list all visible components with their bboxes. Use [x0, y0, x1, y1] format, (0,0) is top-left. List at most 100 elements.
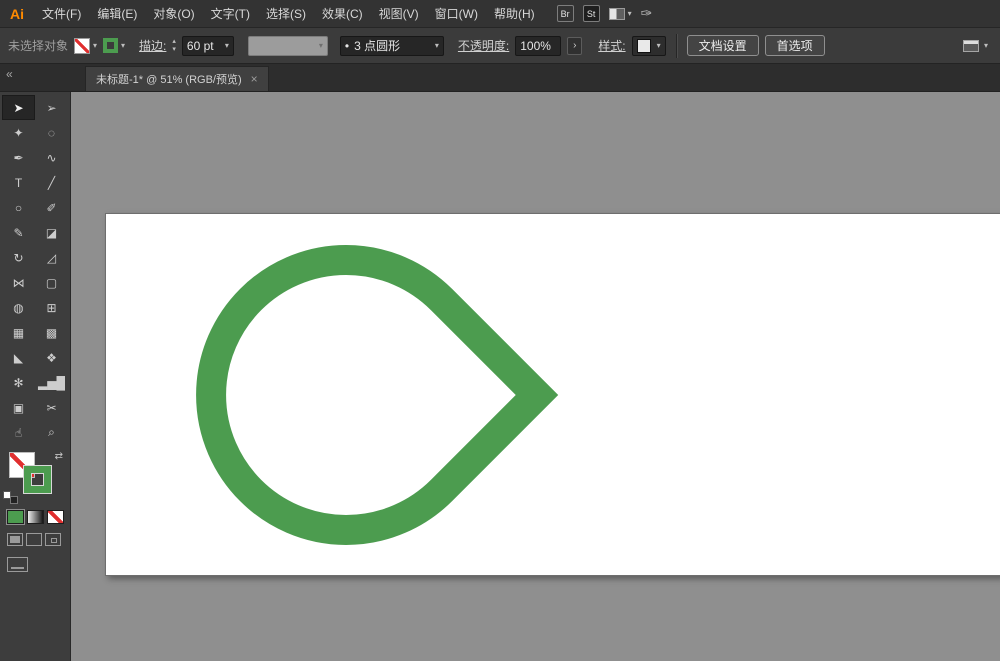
brush-preview-dot-icon: • [345, 39, 349, 53]
magic-wand-tool[interactable]: ✦ [2, 120, 35, 145]
teardrop-path[interactable] [211, 260, 537, 530]
default-stroke-chip [10, 496, 18, 504]
menu-window[interactable]: 窗口(W) [427, 0, 486, 28]
menu-type[interactable]: 文字(T) [203, 0, 258, 28]
draw-inside-icon [51, 538, 57, 543]
document-tab[interactable]: 未标题-1* @ 51% (RGB/预览) × [85, 66, 269, 91]
artboard[interactable] [105, 213, 1000, 576]
menu-effect[interactable]: 效果(C) [314, 0, 371, 28]
type-tool[interactable]: T [2, 170, 35, 195]
paintbrush-tool[interactable]: ✐ [35, 195, 68, 220]
tool-grid: ➤➢✦◌✒∿T╱○✐✎◪↻◿⋈▢◍⊞▦▩◣❖✻▂▅█▣✂☝⌕ [0, 92, 70, 445]
stroke-weight-stepper[interactable]: ▴ ▾ [172, 38, 176, 53]
pen-tool[interactable]: ✒ [2, 145, 35, 170]
menu-object[interactable]: 对象(O) [145, 0, 202, 28]
teardrop-shape[interactable] [106, 214, 1000, 577]
brush-name: 3 点圆形 [354, 37, 400, 54]
menu-items: 文件(F)编辑(E)对象(O)文字(T)选择(S)效果(C)视图(V)窗口(W)… [34, 0, 543, 28]
chevron-down-icon: ▾ [121, 42, 125, 50]
opacity-input[interactable]: 100% [515, 36, 561, 56]
stroke-color-control[interactable]: ▾ [103, 38, 125, 53]
stepper-up-icon[interactable]: ▴ [172, 38, 176, 45]
menu-file[interactable]: 文件(F) [34, 0, 89, 28]
arrange-documents-icon [609, 8, 625, 20]
control-panel-menu[interactable]: ▾ [963, 40, 992, 52]
chevron-down-icon: ▾ [984, 42, 988, 50]
shape-builder-tool[interactable]: ◍ [2, 295, 35, 320]
touch-workspace-icon[interactable]: ✑ [641, 5, 653, 22]
screen-mode-button[interactable] [7, 557, 28, 572]
fill-stroke-proxy: ⇄ [0, 451, 70, 505]
gradient-tool[interactable]: ▩ [35, 320, 68, 345]
chevron-down-icon: ▾ [319, 42, 323, 50]
draw-behind-mode-button[interactable] [26, 533, 42, 546]
collapse-tools-button[interactable]: « [6, 67, 11, 81]
slice-tool[interactable]: ✂ [35, 395, 68, 420]
close-icon[interactable]: × [251, 72, 258, 86]
document-tab-strip: « 未标题-1* @ 51% (RGB/预览) × [0, 64, 1000, 92]
menu-select[interactable]: 选择(S) [258, 0, 314, 28]
color-type-buttons [0, 510, 70, 524]
style-panel-link[interactable]: 样式: [598, 37, 625, 54]
stroke-proxy-swatch[interactable] [24, 466, 51, 493]
arrange-documents-control[interactable]: ▾ [609, 8, 632, 20]
color-button[interactable] [7, 510, 24, 524]
fill-color-control[interactable]: ▾ [74, 38, 97, 54]
stock-icon[interactable]: St [583, 5, 600, 22]
none-button[interactable] [47, 510, 64, 524]
scale-tool[interactable]: ◿ [35, 245, 68, 270]
opacity-more-button[interactable]: › [567, 37, 582, 55]
app-logo: Ai [0, 6, 34, 22]
lasso-tool[interactable]: ◌ [35, 120, 68, 145]
stroke-weight-value: 60 pt [187, 39, 214, 53]
document-setup-button[interactable]: 文档设置 [687, 35, 759, 56]
default-fill-stroke-icon[interactable] [3, 491, 18, 504]
chevron-down-icon: ▾ [628, 10, 632, 18]
hand-tool[interactable]: ☝ [2, 420, 35, 445]
canvas-pasteboard[interactable] [71, 92, 1000, 661]
free-transform-tool[interactable]: ▢ [35, 270, 68, 295]
eyedropper-tool[interactable]: ◣ [2, 345, 35, 370]
symbol-sprayer-tool[interactable]: ✻ [2, 370, 35, 395]
direct-selection-tool[interactable]: ➢ [35, 95, 68, 120]
style-swatch-icon [637, 39, 651, 53]
draw-normal-mode-button[interactable] [7, 533, 23, 546]
mesh-tool[interactable]: ▦ [2, 320, 35, 345]
document-tab-title: 未标题-1* @ 51% (RGB/预览) [96, 71, 242, 87]
ellipse-tool[interactable]: ○ [2, 195, 35, 220]
menu-help[interactable]: 帮助(H) [486, 0, 543, 28]
blend-tool[interactable]: ❖ [35, 345, 68, 370]
width-tool[interactable]: ⋈ [2, 270, 35, 295]
swap-fill-stroke-icon[interactable]: ⇄ [55, 451, 63, 462]
style-combo[interactable]: ▾ [632, 36, 666, 56]
stroke-color-swatch-icon [103, 38, 118, 53]
stroke-panel-link[interactable]: 描边: [139, 37, 166, 54]
brush-definition-combo[interactable]: • 3 点圆形 ▾ [340, 36, 444, 56]
stepper-down-icon[interactable]: ▾ [172, 46, 176, 53]
stroke-weight-combo[interactable]: 60 pt ▾ [182, 36, 234, 56]
artboard-tool[interactable]: ▣ [2, 395, 35, 420]
bridge-icon[interactable]: Br [557, 5, 574, 22]
zoom-tool[interactable]: ⌕ [35, 420, 68, 445]
chevron-down-icon: ▾ [435, 42, 439, 50]
preferences-button[interactable]: 首选项 [765, 35, 825, 56]
illustrator-window: Ai 文件(F)编辑(E)对象(O)文字(T)选择(S)效果(C)视图(V)窗口… [0, 0, 1000, 661]
pencil-tool[interactable]: ✎ [2, 220, 35, 245]
curvature-tool[interactable]: ∿ [35, 145, 68, 170]
draw-inside-mode-button[interactable] [45, 533, 61, 546]
panel-options-icon [963, 40, 979, 52]
menu-edit[interactable]: 编辑(E) [89, 0, 145, 28]
chevron-down-icon: ▾ [657, 42, 661, 50]
column-graph-tool[interactable]: ▂▅█ [35, 370, 68, 395]
menu-view[interactable]: 视图(V) [371, 0, 427, 28]
chevron-down-icon: ▾ [225, 42, 229, 50]
selection-status: 未选择对象 [8, 37, 68, 54]
eraser-tool[interactable]: ◪ [35, 220, 68, 245]
opacity-panel-link[interactable]: 不透明度: [458, 37, 509, 54]
gradient-button[interactable] [27, 510, 44, 524]
perspective-grid-tool[interactable]: ⊞ [35, 295, 68, 320]
line-segment-tool[interactable]: ╱ [35, 170, 68, 195]
selection-tool[interactable]: ➤ [2, 95, 35, 120]
rotate-tool[interactable]: ↻ [2, 245, 35, 270]
control-bar: 未选择对象 ▾ ▾ 描边: ▴ ▾ 60 pt ▾ ▾ • 3 点圆形 ▾ 不透… [0, 28, 1000, 64]
